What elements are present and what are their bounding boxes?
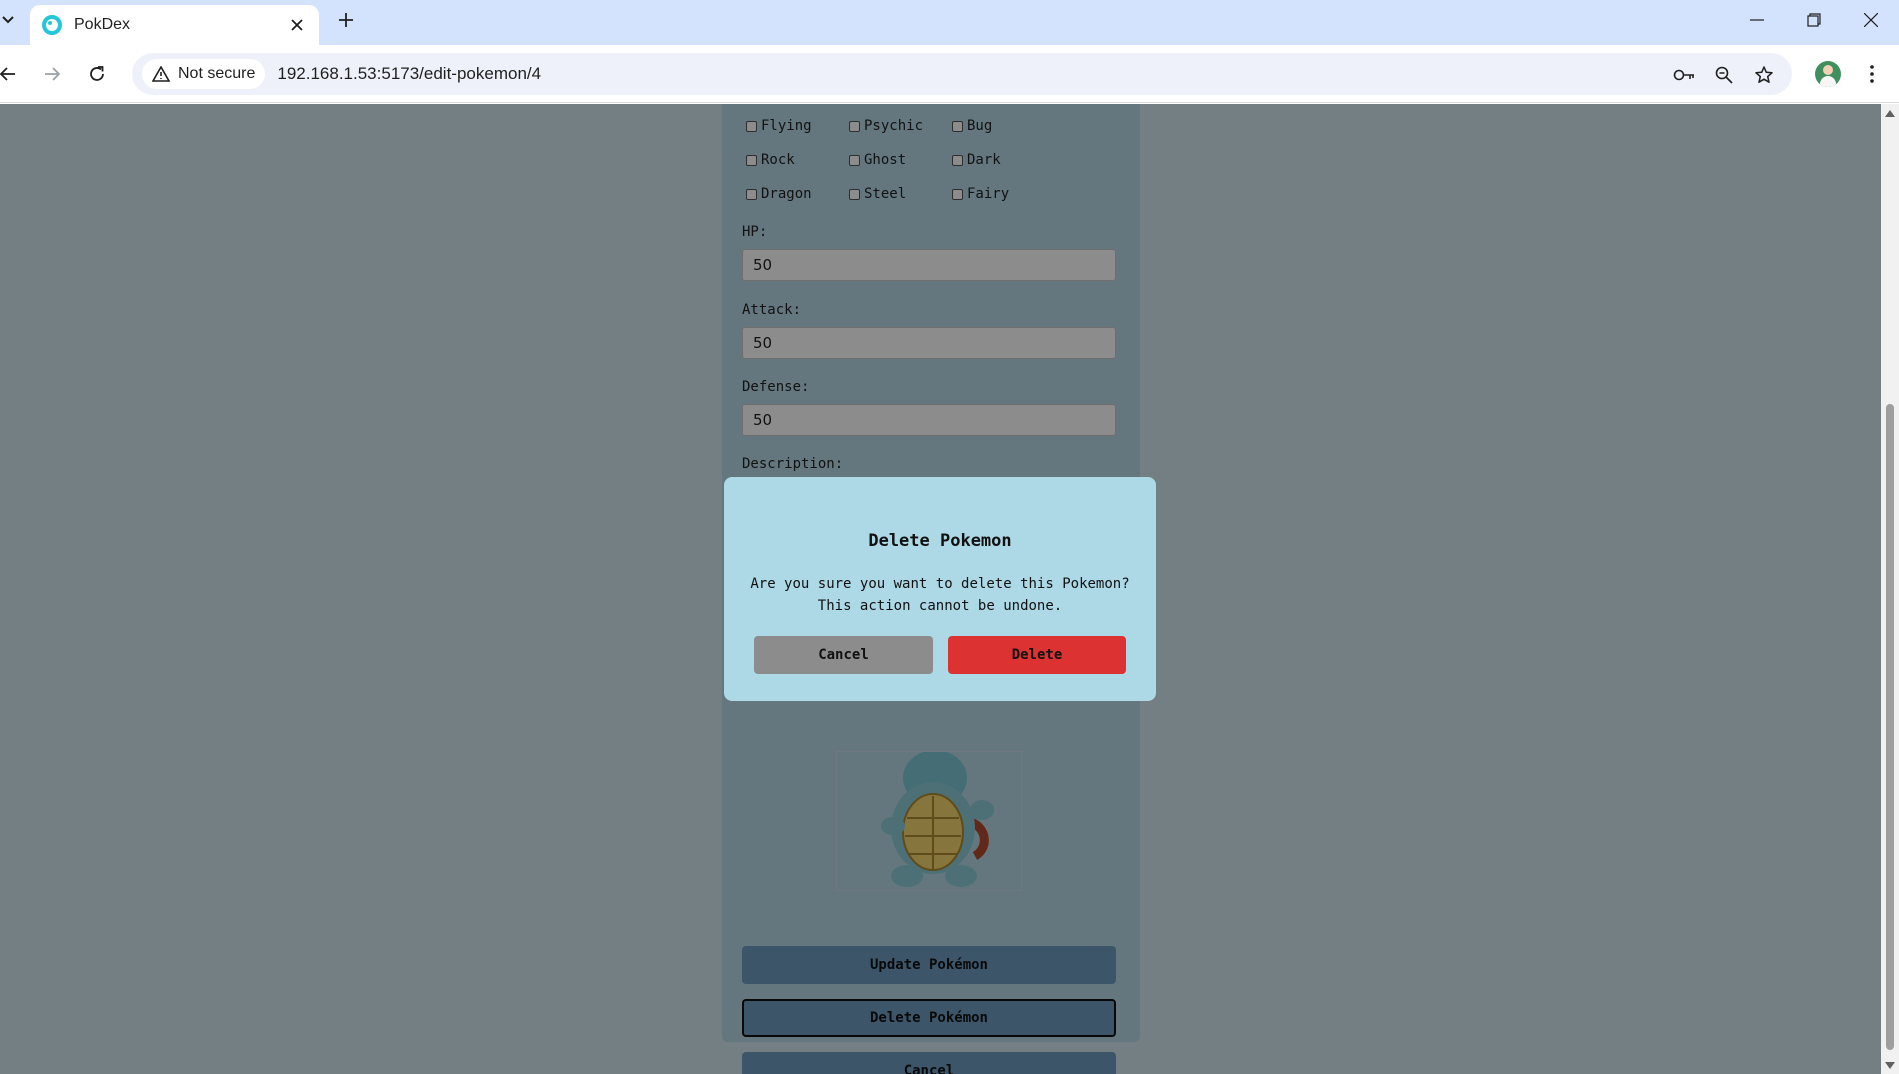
scroll-up-arrow-icon[interactable]	[1885, 108, 1895, 118]
bookmark-star-icon[interactable]	[1752, 65, 1776, 85]
dialog-message-line-2: This action cannot be undone.	[817, 598, 1063, 614]
new-tab-plus-icon[interactable]	[334, 8, 358, 32]
dialog-cancel-button[interactable]: Cancel	[754, 636, 933, 674]
delete-confirmation-dialog: Delete Pokemon Are you sure you want to …	[724, 477, 1156, 701]
dialog-delete-button[interactable]: Delete	[948, 636, 1126, 674]
reload-icon[interactable]	[81, 58, 113, 90]
close-tab-icon[interactable]	[287, 15, 307, 35]
forward-arrow-icon[interactable]	[36, 58, 68, 90]
browser-menu-icon[interactable]	[1864, 62, 1880, 86]
restore-window-icon[interactable]	[1800, 6, 1828, 34]
password-key-icon[interactable]	[1672, 65, 1696, 85]
profile-avatar[interactable]	[1815, 61, 1841, 87]
browser-tab-strip: PokDex	[0, 0, 1899, 45]
site-info-chip[interactable]: Not secure	[142, 59, 266, 89]
url-text[interactable]: 192.168.1.53:5173/edit-pokemon/4	[277, 64, 541, 84]
dialog-message: Are you sure you want to delete this Pok…	[744, 573, 1136, 617]
pokedex-favicon-icon	[42, 15, 62, 35]
scroll-down-arrow-icon[interactable]	[1885, 1060, 1895, 1070]
warning-triangle-icon	[152, 66, 170, 82]
browser-toolbar: Not secure 192.168.1.53:5173/edit-pokemo…	[0, 45, 1899, 103]
dialog-message-line-1: Are you sure you want to delete this Pok…	[750, 576, 1130, 592]
not-secure-label: Not secure	[178, 65, 256, 82]
minimize-window-icon[interactable]	[1743, 6, 1771, 34]
tab-title: PokDex	[74, 16, 131, 33]
back-arrow-icon[interactable]	[0, 58, 24, 90]
dialog-title: Delete Pokemon	[868, 531, 1012, 551]
address-bar[interactable]: Not secure 192.168.1.53:5173/edit-pokemo…	[132, 53, 1792, 95]
page-viewport: Flying Psychic Bug Rock Ghost Dark Drago…	[0, 104, 1881, 1074]
close-window-icon[interactable]	[1857, 6, 1885, 34]
scroll-thumb[interactable]	[1886, 404, 1894, 1050]
browser-tab[interactable]: PokDex	[30, 5, 319, 45]
page-scrollbar[interactable]	[1881, 104, 1899, 1074]
tab-search-chevron-icon[interactable]	[0, 8, 16, 32]
zoom-icon[interactable]	[1712, 65, 1736, 85]
